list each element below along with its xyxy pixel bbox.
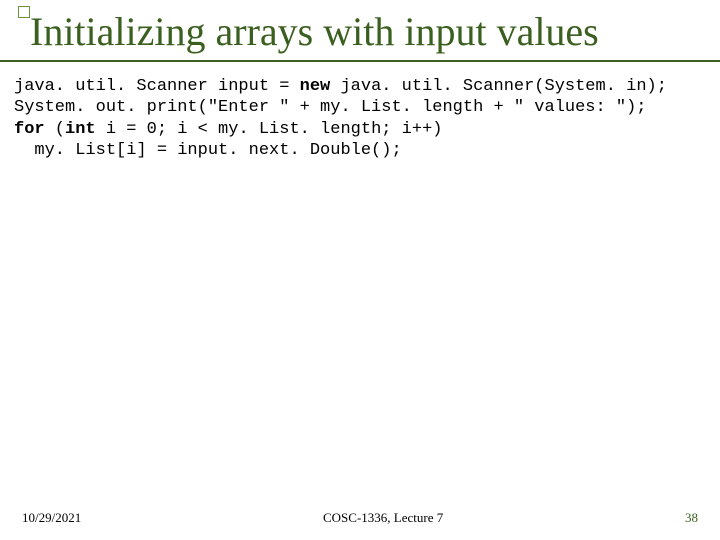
title-accent-box <box>18 6 30 18</box>
code-line-3b: i = 0; i < my. List. length; i++) <box>96 120 443 139</box>
footer-page: 38 <box>685 510 698 526</box>
code-line-2: System. out. print("Enter " + my. List. … <box>14 98 647 117</box>
slide-footer: 10/29/2021 COSC-1336, Lecture 7 38 <box>0 510 720 526</box>
code-line-4: my. List[i] = input. next. Double(); <box>14 141 402 160</box>
footer-course: COSC-1336, Lecture 7 <box>323 510 443 526</box>
slide-title: Initializing arrays with input values <box>18 8 720 54</box>
code-block: java. util. Scanner input = new java. ut… <box>0 62 720 161</box>
footer-date: 10/29/2021 <box>22 510 81 526</box>
title-block: Initializing arrays with input values <box>0 0 720 54</box>
code-line-3a: ( <box>45 120 65 139</box>
code-kw-new: new <box>300 77 331 96</box>
code-kw-for: for <box>14 120 45 139</box>
code-line-1b: java. util. Scanner(System. in); <box>330 77 667 96</box>
code-line-1a: java. util. Scanner input = <box>14 77 300 96</box>
slide: Initializing arrays with input values ja… <box>0 0 720 540</box>
code-kw-int: int <box>65 120 96 139</box>
